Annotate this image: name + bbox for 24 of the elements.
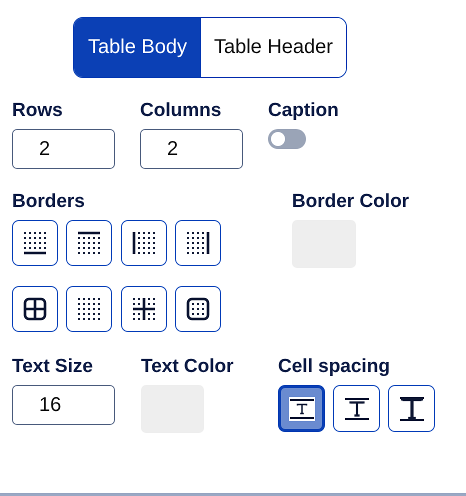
text-size-label: Text Size — [12, 356, 94, 378]
text-size-input[interactable]: 16 — [12, 385, 115, 425]
rows-input[interactable]: 2 — [12, 129, 115, 169]
rows-label: Rows — [12, 100, 64, 122]
tab[interactable]: Table Body — [74, 18, 201, 77]
border-option-button[interactable] — [174, 286, 221, 332]
border-option-button[interactable] — [174, 220, 221, 266]
cell-spacing-label: Cell spacing — [278, 356, 391, 378]
caption-toggle[interactable] — [268, 129, 306, 149]
border-option-button[interactable] — [12, 286, 58, 332]
columns-label: Columns — [140, 100, 222, 122]
border-option-button[interactable] — [120, 220, 167, 266]
columns-input[interactable]: 2 — [140, 129, 243, 169]
border-option-button[interactable] — [12, 220, 58, 266]
border-color-label: Border Color — [292, 191, 410, 213]
cell-spacing-button[interactable] — [333, 385, 380, 432]
border-option-button[interactable] — [66, 220, 112, 266]
cell-spacing-button[interactable] — [278, 385, 325, 432]
caption-label: Caption — [268, 100, 339, 122]
border-option-button[interactable] — [120, 286, 167, 332]
cell-spacing-button[interactable] — [388, 385, 435, 432]
border-option-button[interactable] — [66, 286, 112, 332]
borders-label: Borders — [12, 191, 86, 213]
text-color-label: Text Color — [141, 356, 235, 378]
